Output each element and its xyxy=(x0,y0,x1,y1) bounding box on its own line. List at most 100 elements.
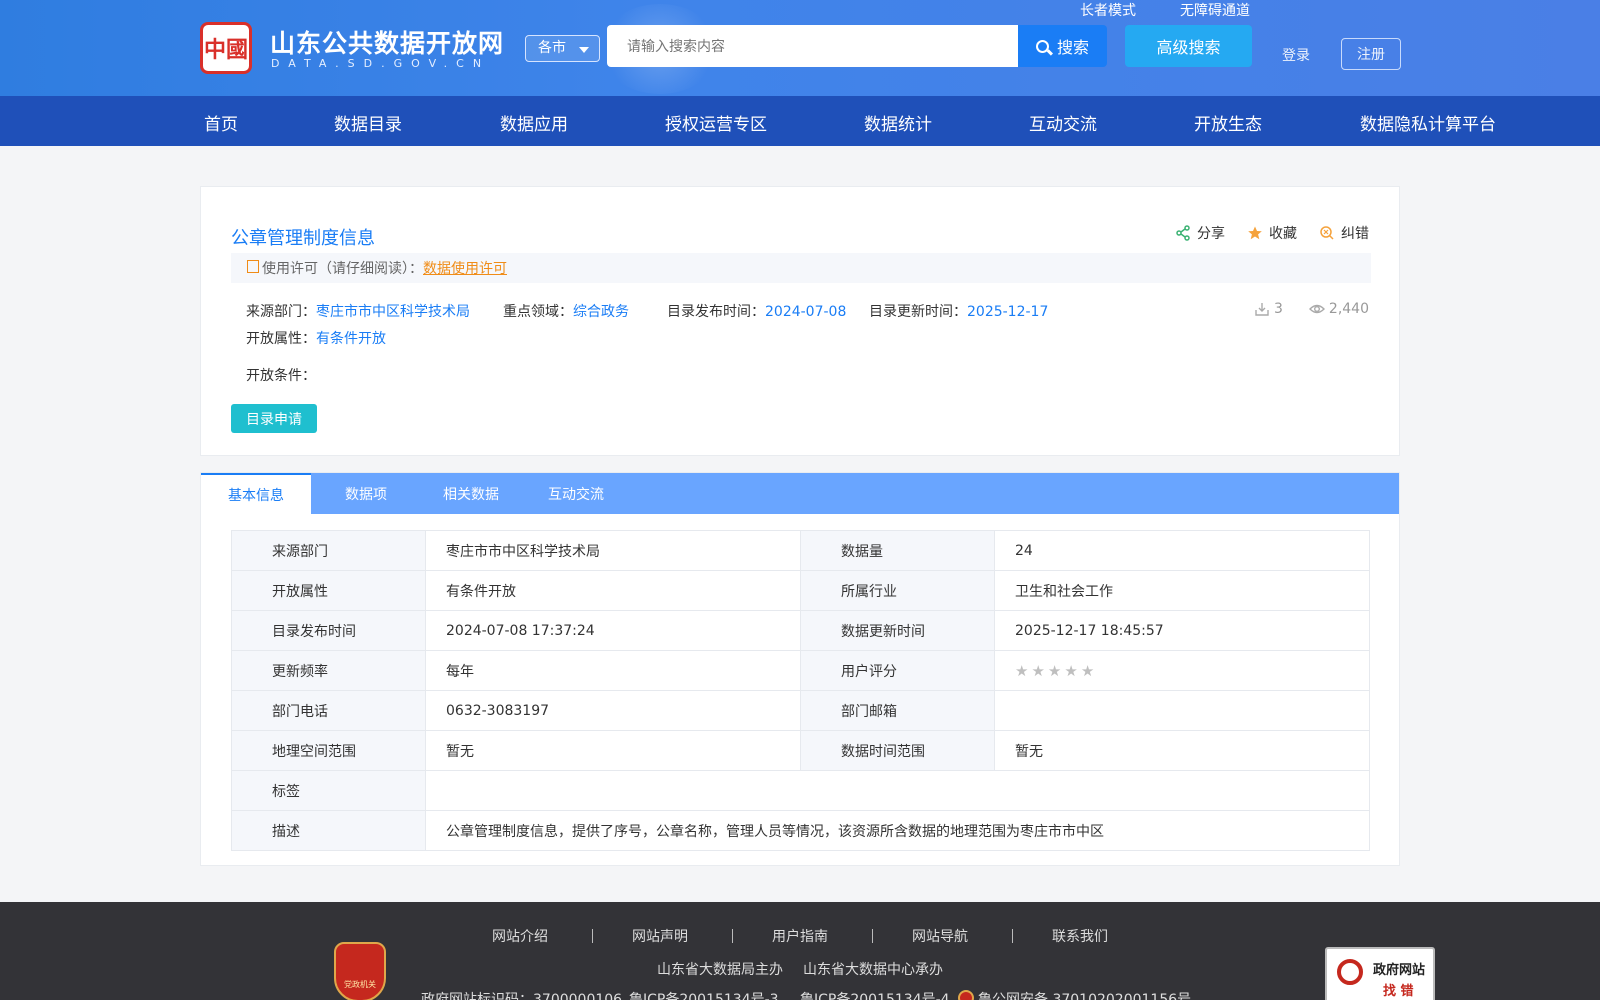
rating-star-icon[interactable]: ★ xyxy=(1031,662,1044,680)
site-subtitle: DATA.SD.GOV.CN xyxy=(271,57,491,70)
table-row: 更新频率 每年 用户评分 ★ ★ ★ ★ ★ xyxy=(231,650,1370,691)
row-value: 2025-12-17 18:45:57 xyxy=(994,610,1370,651)
row-value: 枣庄市市中区科学技术局 xyxy=(425,530,801,571)
rating-star-icon[interactable]: ★ xyxy=(1015,662,1028,680)
rating-star-icon[interactable]: ★ xyxy=(1048,662,1061,680)
download-count: 3 xyxy=(1254,301,1283,317)
favorite-button[interactable]: 收藏 xyxy=(1247,223,1297,243)
caret-down-icon xyxy=(579,47,589,53)
open-cond-label: 开放条件： xyxy=(246,368,316,384)
advanced-search-button[interactable]: 高级搜索 xyxy=(1125,25,1252,67)
footer-link-guide[interactable]: 用户指南 xyxy=(772,926,828,946)
row-value: 暂无 xyxy=(425,730,801,771)
basic-info-table: 来源部门 枣庄市市中区科学技术局 数据量 24 开放属性 有条件开放 所属行业 … xyxy=(231,530,1370,851)
footer-icp-2[interactable]: 鲁ICP备20015134号-4 xyxy=(800,989,950,1000)
row-key: 部门电话 xyxy=(231,690,426,731)
footer-police-text: 鲁公网安备 37010202001156号 xyxy=(978,992,1192,1000)
error-report-sub: 找 错 xyxy=(1383,984,1414,999)
elder-mode-link[interactable]: 长者模式 xyxy=(1080,0,1136,20)
meta-publish: 目录发布时间：2024-07-08 xyxy=(667,301,846,321)
table-row: 来源部门 枣庄市市中区科学技术局 数据量 24 xyxy=(231,530,1370,571)
meta-row-1: 来源部门：枣庄市市中区科学技术局 xyxy=(246,301,470,321)
search-button[interactable]: 搜索 xyxy=(1018,25,1107,67)
footer-divider xyxy=(872,929,873,943)
register-button[interactable]: 注册 xyxy=(1341,38,1401,70)
dataset-summary-card: 公章管理制度信息 分享 收藏 纠错 使用许可（请仔细阅读）： 数据使用许可 来源… xyxy=(200,186,1400,456)
description-label: 描述 xyxy=(231,810,426,851)
dataset-counters: 3 2,440 xyxy=(1254,301,1369,317)
nav-home[interactable]: 首页 xyxy=(204,110,238,135)
row-value: 2024-07-08 17:37:24 xyxy=(425,610,801,651)
footer-divider xyxy=(1012,929,1013,943)
row-key: 更新频率 xyxy=(231,650,426,691)
footer-link-statement[interactable]: 网站声明 xyxy=(632,926,688,946)
domain-value[interactable]: 综合政务 xyxy=(573,304,629,320)
row-value: 24 xyxy=(994,530,1370,571)
footer-link-contact[interactable]: 联系我们 xyxy=(1052,926,1108,946)
site-title[interactable]: 山东公共数据开放网 xyxy=(270,24,504,60)
publish-date: 2024-07-08 xyxy=(765,304,847,320)
source-dept-label: 来源部门： xyxy=(246,304,316,320)
party-government-badge[interactable]: 党政机关 xyxy=(334,942,386,1000)
table-row: 目录发布时间 2024-07-08 17:37:24 数据更新时间 2025-1… xyxy=(231,610,1370,651)
share-button[interactable]: 分享 xyxy=(1175,223,1225,243)
source-dept-value[interactable]: 枣庄市市中区科学技术局 xyxy=(316,304,470,320)
search-input[interactable] xyxy=(607,25,1018,67)
license-link[interactable]: 数据使用许可 xyxy=(423,258,507,278)
share-icon xyxy=(1176,225,1190,241)
view-count: 2,440 xyxy=(1308,301,1369,317)
update-date: 2025-12-17 xyxy=(967,304,1049,320)
site-header: 中國 山东公共数据开放网 DATA.SD.GOV.CN 长者模式 无障碍通道 各… xyxy=(0,0,1600,96)
nav-interaction[interactable]: 互动交流 xyxy=(1029,110,1097,135)
meta-domain: 重点领域：综合政务 xyxy=(503,301,629,321)
gov-site-error-report[interactable]: 政府网站 找 错 xyxy=(1325,947,1435,1000)
footer-police-record[interactable]: 鲁公网安备 37010202001156号 xyxy=(958,989,1191,1000)
nav-data-apps[interactable]: 数据应用 xyxy=(500,110,568,135)
view-count-value: 2,440 xyxy=(1328,301,1369,317)
search-icon xyxy=(1035,39,1049,53)
report-error-button[interactable]: 纠错 xyxy=(1319,223,1369,243)
eye-icon xyxy=(1308,304,1325,314)
meta-open-cond: 开放条件： xyxy=(246,365,316,385)
nav-privacy-computing[interactable]: 数据隐私计算平台 xyxy=(1360,110,1496,135)
magnifier-icon xyxy=(1337,959,1363,985)
catalog-apply-button[interactable]: 目录申请 xyxy=(231,404,317,433)
rating-star-icon[interactable]: ★ xyxy=(1081,662,1094,680)
share-label: 分享 xyxy=(1197,226,1225,242)
footer-organizer: 山东省大数据中心承办 xyxy=(803,962,943,978)
download-icon xyxy=(1255,303,1269,316)
rating-star-icon[interactable]: ★ xyxy=(1064,662,1077,680)
tab-data-items[interactable]: 数据项 xyxy=(311,473,421,514)
login-link[interactable]: 登录 xyxy=(1282,45,1310,65)
tags-label: 标签 xyxy=(231,770,426,811)
site-logo-seal[interactable]: 中國 xyxy=(200,22,252,74)
update-label: 目录更新时间： xyxy=(869,304,967,320)
bookmark-icon xyxy=(247,259,259,273)
nav-data-stats[interactable]: 数据统计 xyxy=(864,110,932,135)
nav-open-ecosystem[interactable]: 开放生态 xyxy=(1194,110,1262,135)
tab-basic-info[interactable]: 基本信息 xyxy=(201,473,311,514)
table-row: 标签 xyxy=(231,770,1370,811)
meta-update: 目录更新时间：2025-12-17 xyxy=(869,301,1048,321)
tab-interaction[interactable]: 互动交流 xyxy=(521,473,631,514)
footer-gov-code: 政府网站标识码：3700000106 xyxy=(421,992,623,1000)
tags-value xyxy=(425,770,1370,811)
table-row: 地理空间范围 暂无 数据时间范围 暂无 xyxy=(231,730,1370,771)
table-row: 部门电话 0632-3083197 部门邮箱 xyxy=(231,690,1370,731)
row-value: 有条件开放 xyxy=(425,570,801,611)
city-select[interactable]: 各市 xyxy=(525,35,600,62)
footer-icp-1[interactable]: 鲁ICP备20015134号-3 xyxy=(629,989,779,1000)
footer-link-sitemap[interactable]: 网站导航 xyxy=(912,926,968,946)
dataset-title: 公章管理制度信息 xyxy=(231,228,375,249)
rating-stars[interactable]: ★ ★ ★ ★ ★ xyxy=(1015,662,1369,680)
license-bar: 使用许可（请仔细阅读）： 数据使用许可 xyxy=(231,253,1371,283)
accessibility-link[interactable]: 无障碍通道 xyxy=(1180,0,1250,20)
tab-related-data[interactable]: 相关数据 xyxy=(421,473,521,514)
publish-label: 目录发布时间： xyxy=(667,304,765,320)
dataset-actions: 分享 收藏 纠错 xyxy=(1175,223,1369,243)
footer-link-about[interactable]: 网站介绍 xyxy=(492,926,548,946)
nav-authorized-ops[interactable]: 授权运营专区 xyxy=(665,110,767,135)
nav-data-catalog[interactable]: 数据目录 xyxy=(334,110,402,135)
dataset-detail-card: 基本信息 数据项 相关数据 互动交流 来源部门 枣庄市市中区科学技术局 数据量 … xyxy=(200,472,1400,866)
row-key: 所属行业 xyxy=(800,570,995,611)
